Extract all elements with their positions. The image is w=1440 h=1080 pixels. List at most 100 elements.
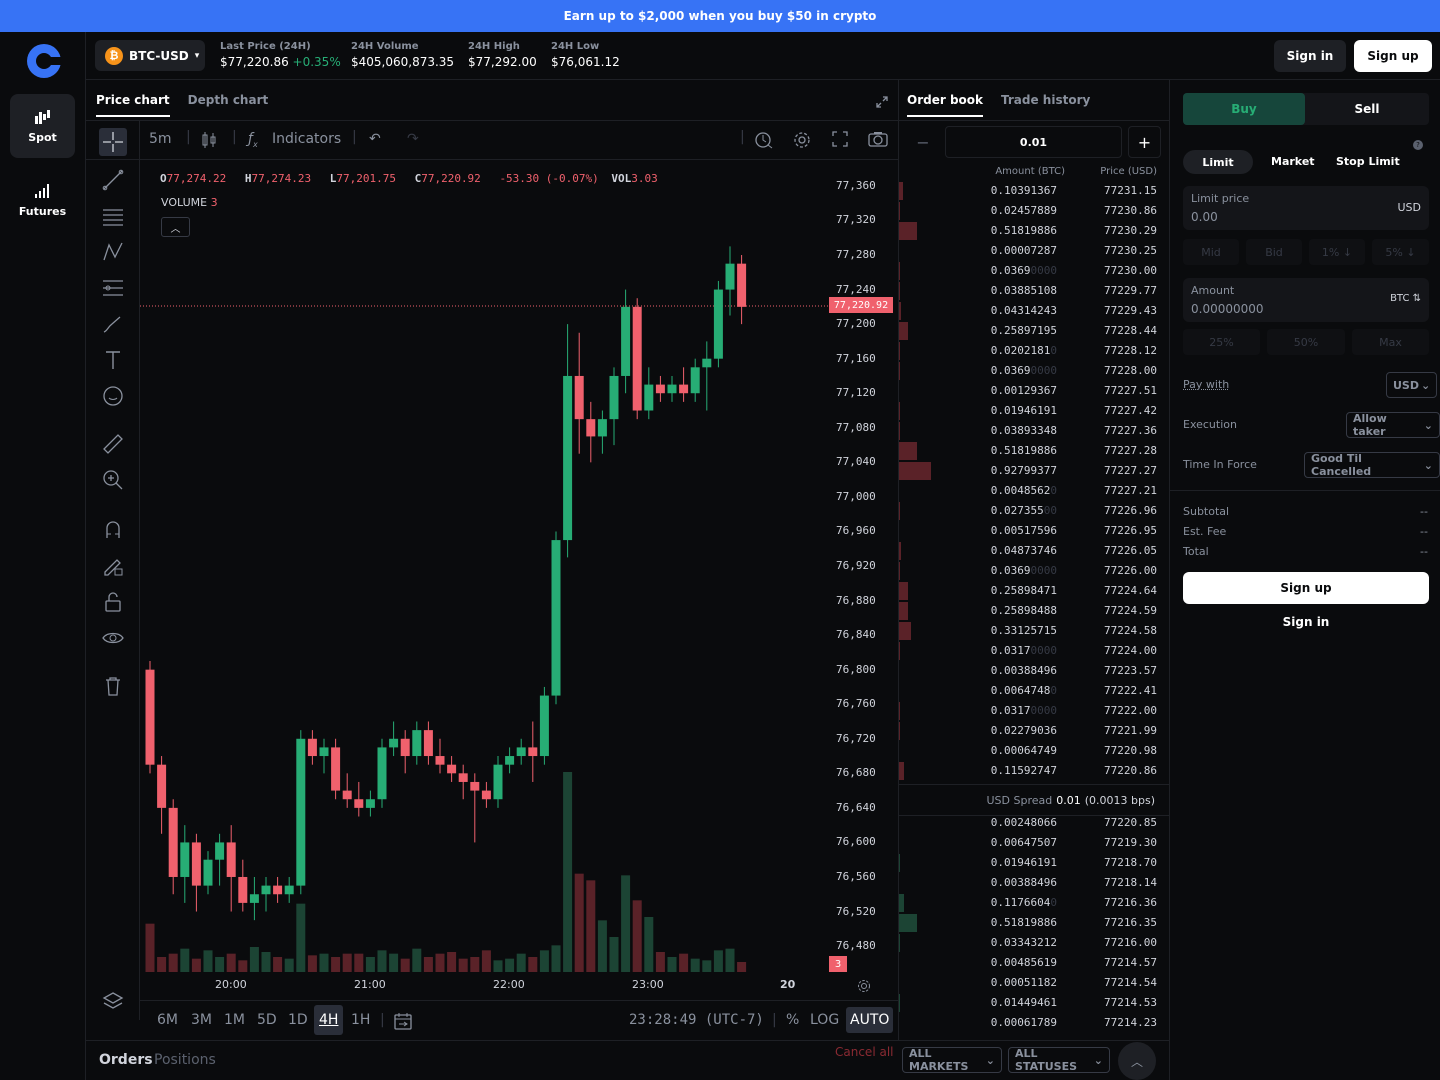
orderbook-row[interactable]: 0.02021810 77228.12 <box>899 341 1169 361</box>
chip-mid[interactable]: Mid <box>1183 239 1239 265</box>
orderbook-row[interactable]: 0.11592747 77220.86 <box>899 761 1169 781</box>
nav-futures[interactable]: Futures <box>10 168 75 232</box>
expand-icon[interactable] <box>876 96 888 108</box>
zoom-in-icon[interactable] <box>99 466 127 494</box>
chip-1pct[interactable]: 1% ↓ <box>1309 239 1365 265</box>
sign-up-button[interactable]: Sign up <box>1354 40 1432 72</box>
all-markets-dropdown[interactable]: ALL MARKETS ⌄ <box>902 1047 1002 1073</box>
orderbook-row[interactable]: 0.51819886 77230.29 <box>899 221 1169 241</box>
projection-icon[interactable] <box>99 274 127 302</box>
cancel-all-button[interactable]: Cancel all <box>835 1045 894 1059</box>
crosshair-icon[interactable] <box>99 128 127 156</box>
range-1m[interactable]: 1M <box>224 1012 245 1028</box>
sign-in-trade-button[interactable]: Sign in <box>1183 608 1429 636</box>
price-axis[interactable]: 77,360 77,320 77,280 77,240 77,200 77,160 77,1… <box>828 160 898 972</box>
info-icon[interactable]: ? <box>1413 140 1423 150</box>
order-type-market[interactable]: Market <box>1271 155 1315 168</box>
emoji-icon[interactable] <box>99 382 127 410</box>
camera-icon[interactable] <box>868 131 888 147</box>
order-type-stop-limit[interactable]: Stop Limit <box>1336 155 1400 168</box>
orderbook-row[interactable]: 0.10391367 77231.15 <box>899 181 1169 201</box>
chip-max[interactable]: Max <box>1352 329 1429 355</box>
clock-readout[interactable]: 23:28:49 (UTC-7) <box>629 1012 764 1028</box>
trash-icon[interactable] <box>99 672 127 700</box>
orderbook-row[interactable]: 0.51819886 77216.35 <box>899 913 1169 933</box>
orderbook-row[interactable]: 0.03893348 77227.36 <box>899 421 1169 441</box>
range-5d[interactable]: 5D <box>257 1012 277 1028</box>
limit-price-field[interactable]: Limit price 0.00 USD <box>1183 186 1429 230</box>
range-6m[interactable]: 6M <box>157 1012 178 1028</box>
interval-button[interactable]: 5m <box>149 131 172 147</box>
execution-dropdown[interactable]: Allow taker ⌄ <box>1346 412 1440 438</box>
orderbook-row[interactable]: 0.03690000 77230.00 <box>899 261 1169 281</box>
orderbook-row[interactable]: 0.00388496 77218.14 <box>899 873 1169 893</box>
tab-trade-history[interactable]: Trade history <box>1001 93 1090 107</box>
orderbook-row[interactable]: 0.00485620 77227.21 <box>899 481 1169 501</box>
range-1h[interactable]: 1H <box>351 1012 370 1028</box>
tab-order-book[interactable]: Order book <box>907 83 984 117</box>
amount-field[interactable]: Amount 0.00000000 BTC ⇅ <box>1183 278 1429 322</box>
orderbook-row[interactable]: 0.00517596 77226.95 <box>899 521 1169 541</box>
unlock-icon[interactable] <box>99 588 127 616</box>
orderbook-row[interactable]: 0.00388496 77223.57 <box>899 661 1169 681</box>
sell-tab[interactable]: Sell <box>1305 93 1429 125</box>
orderbook-row[interactable]: 0.00051182 77214.54 <box>899 973 1169 993</box>
orderbook-row[interactable]: 0.00647507 77219.30 <box>899 833 1169 853</box>
chip-5pct[interactable]: 5% ↓ <box>1372 239 1429 265</box>
orderbook-row[interactable]: 0.00647480 77222.41 <box>899 681 1169 701</box>
nav-spot[interactable]: Spot <box>10 94 75 158</box>
percent-toggle[interactable]: % <box>786 1012 799 1028</box>
sign-in-button[interactable]: Sign in <box>1274 40 1346 72</box>
chip-50pct[interactable]: 50% <box>1267 329 1345 355</box>
price-chart-canvas[interactable] <box>140 160 828 972</box>
orderbook-row[interactable]: 0.25898471 77224.64 <box>899 581 1169 601</box>
undo-icon[interactable]: ↶ <box>369 131 381 147</box>
amount-unit-toggle[interactable]: BTC ⇅ <box>1390 293 1421 304</box>
chip-25pct[interactable]: 25% <box>1183 329 1260 355</box>
range-4h[interactable]: 4H <box>314 1005 344 1035</box>
orderbook-row[interactable]: 0.11766040 77216.36 <box>899 893 1169 913</box>
sign-up-trade-button[interactable]: Sign up <box>1183 572 1429 604</box>
range-1d[interactable]: 1D <box>288 1012 308 1028</box>
orderbook-row[interactable]: 0.02735500 77226.96 <box>899 501 1169 521</box>
fullscreen-icon[interactable] <box>832 131 848 147</box>
expand-orders-button[interactable]: ︿ <box>1118 1042 1156 1080</box>
orderbook-row[interactable]: 0.03170000 77222.00 <box>899 701 1169 721</box>
orderbook-row[interactable]: 0.92799377 77227.27 <box>899 461 1169 481</box>
log-toggle[interactable]: LOG <box>810 1012 839 1028</box>
orderbook-row[interactable]: 0.25897195 77228.44 <box>899 321 1169 341</box>
orderbook-row[interactable]: 0.01449461 77214.53 <box>899 993 1169 1013</box>
tab-depth-chart[interactable]: Depth chart <box>188 93 269 107</box>
gear-icon[interactable] <box>793 131 811 149</box>
tif-dropdown[interactable]: Good Til Cancelled ⌄ <box>1304 452 1440 478</box>
text-tool-icon[interactable] <box>99 346 127 374</box>
fib-lines-icon[interactable] <box>99 202 127 230</box>
axis-settings-icon[interactable] <box>857 979 871 993</box>
auto-toggle[interactable]: AUTO <box>846 1007 894 1033</box>
layers-icon[interactable] <box>99 988 127 1016</box>
orderbook-row[interactable]: 0.02279036 77221.99 <box>899 721 1169 741</box>
orderbook-row[interactable]: 0.51819886 77227.28 <box>899 441 1169 461</box>
tab-positions[interactable]: Positions <box>154 1052 216 1068</box>
promo-banner[interactable]: Earn up to $2,000 when you buy $50 in cr… <box>0 0 1440 32</box>
buy-tab[interactable]: Buy <box>1183 93 1305 125</box>
redo-icon[interactable]: ↷ <box>407 131 419 147</box>
tab-orders[interactable]: Orders <box>99 1052 153 1068</box>
pattern-icon[interactable] <box>99 238 127 266</box>
candle-type-icon[interactable] <box>201 131 217 149</box>
orderbook-row[interactable]: 0.02457889 77230.86 <box>899 201 1169 221</box>
limit-price-input[interactable]: 0.00 <box>1191 210 1218 224</box>
orderbook-row[interactable]: 0.00007287 77230.25 <box>899 241 1169 261</box>
orderbook-row[interactable]: 0.00248066 77220.85 <box>899 813 1169 833</box>
orderbook-row[interactable]: 0.00061789 77214.23 <box>899 1013 1169 1033</box>
orderbook-row[interactable]: 0.03170000 77224.00 <box>899 641 1169 661</box>
coinbase-logo[interactable] <box>27 44 61 78</box>
function-icon[interactable]: ƒx <box>248 131 258 149</box>
decrement-button[interactable]: − <box>907 126 939 158</box>
orderbook-row[interactable]: 0.00064749 77220.98 <box>899 741 1169 761</box>
orderbook-row[interactable]: 0.03885108 77229.77 <box>899 281 1169 301</box>
date-range-icon[interactable] <box>393 1012 413 1030</box>
pair-selector[interactable]: ₿ BTC-USD ▾ <box>95 40 205 71</box>
orderbook-row[interactable]: 0.03690000 77228.00 <box>899 361 1169 381</box>
pay-with-dropdown[interactable]: USD ⌄ <box>1386 372 1438 398</box>
